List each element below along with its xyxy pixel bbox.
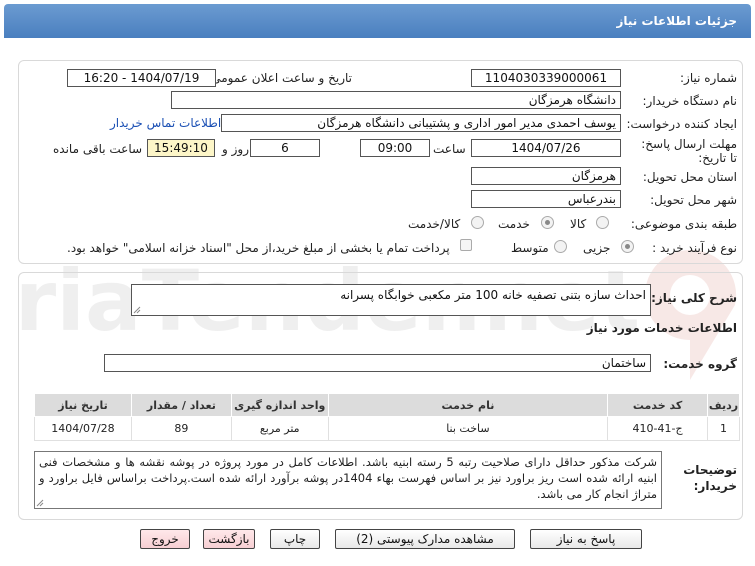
services-table: ردیف کد خدمت نام خدمت واحد اندازه گیری ت…: [34, 393, 740, 441]
buyer-field: دانشگاه هرمزگان: [171, 91, 621, 109]
category-radio-service[interactable]: [541, 216, 554, 229]
contact-buyer-link[interactable]: اطلاعات تماس خریدار: [110, 116, 221, 130]
category-label: طبقه بندی موضوعی:: [630, 217, 737, 231]
need-number-label: شماره نیاز:: [680, 71, 737, 85]
province-label: استان محل تحویل:: [642, 170, 737, 184]
payment-note: پرداخت تمام یا بخشی از مبلغ خرید،از محل …: [67, 241, 450, 255]
days-label: روز و: [222, 142, 249, 156]
process-option-minor: جزیی: [583, 241, 611, 255]
buyer-notes-label: توضیحات خریدار:: [683, 463, 737, 493]
deadline-time-field: 09:00: [360, 139, 430, 157]
cell-service-code: ج-41-410: [607, 416, 709, 441]
announce-date-label: تاریخ و ساعت اعلان عمومی:: [207, 71, 352, 85]
process-label: نوع فرآیند خرید :: [652, 241, 737, 255]
table-header-row: ردیف کد خدمت نام خدمت واحد اندازه گیری ت…: [34, 393, 740, 417]
category-radio-goods[interactable]: [596, 216, 609, 229]
notes-resize-icon[interactable]: [36, 499, 44, 507]
col-header-service-name: نام خدمت: [327, 393, 609, 417]
cell-service-name: ساخت بنا: [327, 416, 609, 441]
summary-field: احداث سازه بتنی تصفیه خانه 100 متر مکعبی…: [131, 284, 651, 316]
remaining-label: ساعت باقی مانده: [53, 142, 143, 156]
category-option-goods-service: کالا/خدمت: [408, 217, 461, 231]
print-button[interactable]: چاپ: [270, 529, 320, 549]
summary-resize-icon[interactable]: [133, 306, 141, 314]
page-header: جزئیات اطلاعات نیاز: [4, 4, 751, 38]
services-section-title: اطلاعات خدمات مورد نیاز: [586, 321, 737, 335]
province-field: هرمزگان: [471, 167, 621, 185]
category-option-service: خدمت: [498, 217, 530, 231]
process-option-medium: متوسط: [511, 241, 549, 255]
days-field: 6: [250, 139, 320, 157]
remaining-time-field: 15:49:10: [147, 139, 215, 157]
category-option-goods: کالا: [570, 217, 587, 231]
buyer-label: نام دستگاه خریدار:: [642, 94, 738, 108]
attachments-button[interactable]: مشاهده مدارک پیوستی (2): [335, 529, 515, 549]
col-header-unit: واحد اندازه گیری: [230, 393, 329, 417]
col-header-service-code: کد خدمت: [607, 393, 709, 417]
col-header-row-number: ردیف: [707, 393, 740, 417]
col-header-need-date: تاریخ نیاز: [34, 393, 132, 417]
summary-label: شرح کلی نیاز:: [651, 291, 737, 305]
buyer-notes-field: شرکت مذکور حداقل دارای صلاحیت رتبه 5 رست…: [34, 451, 662, 509]
city-label: شهر محل تحویل:: [650, 193, 737, 207]
deadline-time-label: ساعت: [433, 142, 466, 156]
process-radio-minor[interactable]: [621, 240, 634, 253]
table-row: 1 ج-41-410 ساخت بنا متر مربع 89 1404/07/…: [34, 416, 740, 441]
city-field: بندرعباس: [471, 190, 621, 208]
process-radio-medium[interactable]: [554, 240, 567, 253]
service-group-field: ساختمان: [104, 354, 651, 372]
need-number-field: 1104030339000061: [471, 69, 621, 87]
creator-field: یوسف احمدی مدیر امور اداری و پشتیبانی دا…: [221, 114, 621, 132]
cell-quantity: 89: [130, 416, 232, 441]
cell-unit: متر مربع: [230, 416, 329, 441]
treasury-checkbox[interactable]: [460, 239, 472, 251]
exit-button[interactable]: خروج: [140, 529, 190, 549]
col-header-quantity: تعداد / مقدار: [130, 393, 232, 417]
creator-label: ایجاد کننده درخواست:: [626, 117, 737, 131]
deadline-label: مهلت ارسال پاسخ: تا تاریخ:: [641, 137, 737, 165]
back-button[interactable]: بازگشت: [203, 529, 255, 549]
category-radio-goods-service[interactable]: [471, 216, 484, 229]
cell-row-number: 1: [707, 416, 740, 441]
service-group-label: گروه خدمت:: [663, 357, 737, 371]
reply-button[interactable]: پاسخ به نیاز: [530, 529, 642, 549]
page-title: جزئیات اطلاعات نیاز: [616, 14, 737, 28]
cell-need-date: 1404/07/28: [34, 416, 132, 441]
announce-date-field: 1404/07/19 - 16:20: [67, 69, 216, 87]
deadline-date-field: 1404/07/26: [471, 139, 621, 157]
